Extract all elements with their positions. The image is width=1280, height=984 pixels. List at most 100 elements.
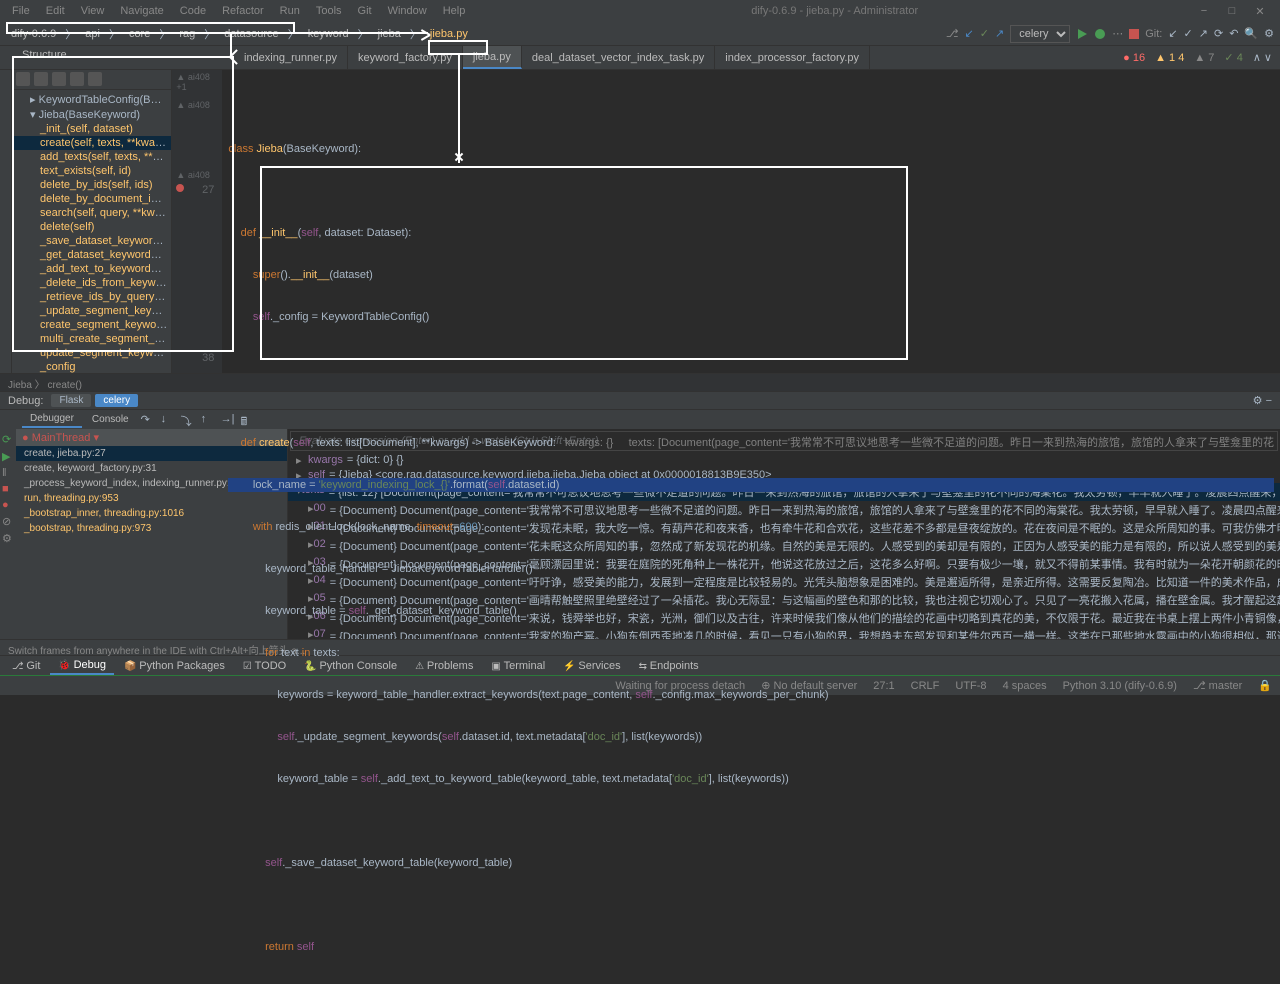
sort-icon[interactable] — [52, 72, 66, 86]
structure-method[interactable]: create_segment_keywords(self, node_id) — [12, 318, 171, 332]
view-breakpoints-icon[interactable]: ● — [2, 499, 14, 511]
tw-debug[interactable]: 🐞 Debug — [50, 657, 114, 675]
structure-method[interactable]: text_exists(self, id) — [12, 164, 171, 178]
tab-keyword-factory[interactable]: keyword_factory.py — [348, 46, 463, 69]
titlebar: File Edit View Navigate Code Refactor Ru… — [0, 0, 1280, 22]
tab-indexing-runner[interactable]: indexing_runner.py — [234, 46, 348, 69]
debug-actions: ⟳ ▶ ‖ ■ ● ⊘ ⚙ — [0, 429, 16, 639]
debug-config-celery[interactable]: celery — [95, 394, 138, 407]
menu-edit[interactable]: Edit — [38, 3, 73, 19]
undo-icon[interactable]: ↶ — [1229, 27, 1238, 40]
inspection-status[interactable]: ● 16 ▲ 1 4 ▲ 7 ✓ 4 ∧ ∨ — [1115, 46, 1280, 69]
expand-all-icon[interactable] — [16, 72, 30, 86]
structure-method[interactable]: _update_segment_keywords(self, dataset) — [12, 304, 171, 318]
crumb[interactable]: datasource — [219, 27, 283, 41]
structure-class[interactable]: ▸ KeywordTableConfig(BaseModel) — [12, 92, 171, 107]
navigation-bar: dify-0.6.9〉 api〉 core〉 rag〉 datasource〉 … — [0, 22, 1280, 46]
menu-git[interactable]: Git — [350, 3, 380, 19]
run-config-select[interactable]: celery — [1010, 25, 1070, 43]
crumb[interactable]: api — [80, 27, 105, 41]
structure-header: Structure — [16, 46, 234, 69]
more-run-icon[interactable]: ⋯ — [1112, 27, 1123, 40]
mute-breakpoints-icon[interactable]: ⊘ — [2, 515, 14, 528]
close-icon[interactable]: ✕ — [1252, 5, 1268, 18]
git-text: Git: — [1145, 28, 1162, 40]
crumb-file[interactable]: jieba.py — [425, 27, 473, 41]
stop-icon[interactable]: ■ — [2, 483, 14, 495]
tab-jieba[interactable]: jieba.py — [463, 46, 522, 69]
crumb[interactable]: jieba — [373, 27, 406, 41]
crumb[interactable]: keyword — [303, 27, 354, 41]
step-over-icon[interactable]: ↷ — [141, 413, 155, 427]
structure-method[interactable]: add_texts(self, texts, **kwargs) — [12, 150, 171, 164]
tab-deal-dataset[interactable]: deal_dataset_vector_index_task.py — [522, 46, 715, 69]
maximize-icon[interactable]: □ — [1224, 5, 1240, 18]
structure-method[interactable]: _get_dataset_keyword_table(self) — [12, 248, 171, 262]
structure-method[interactable]: _save_dataset_keyword_table(self, keywor… — [12, 234, 171, 248]
tab-console[interactable]: Console — [84, 412, 137, 427]
structure-method[interactable]: _init_(self, dataset) — [12, 122, 171, 136]
structure-field[interactable]: _config — [12, 360, 171, 373]
git-branch-icon[interactable]: ⎇ — [946, 27, 959, 40]
menu-window[interactable]: Window — [380, 3, 435, 19]
structure-method[interactable]: search(self, query, **kwargs) — [12, 206, 171, 220]
collapse-all-icon[interactable] — [34, 72, 48, 86]
debug-icon[interactable] — [1094, 28, 1106, 40]
step-into-my-icon[interactable]: ⤵ — [181, 413, 195, 427]
crumb[interactable]: rag — [174, 27, 200, 41]
git-commit-icon[interactable]: ✓ — [980, 27, 989, 40]
window-title: dify-0.6.9 - jieba.py - Administrator — [473, 5, 1196, 17]
crumb[interactable]: core — [124, 27, 155, 41]
stop-icon[interactable] — [1129, 29, 1139, 39]
structure-method[interactable]: delete(self) — [12, 220, 171, 234]
structure-method[interactable]: delete_by_ids(self, ids) — [12, 178, 171, 192]
menu-help[interactable]: Help — [435, 3, 474, 19]
menu-tools[interactable]: Tools — [308, 3, 350, 19]
structure-panel: ▸ KeywordTableConfig(BaseModel) ▾ Jieba(… — [12, 70, 172, 373]
gutter[interactable]: ▲ ai408 +1 ▲ ai408 ▲ ai408 27 38 — [172, 70, 222, 373]
debug-label: Debug: — [8, 395, 43, 407]
structure-method[interactable]: update_segment_keywords_index(self, node… — [12, 346, 171, 360]
settings-icon[interactable]: ⚙ — [2, 532, 14, 545]
filter-icon[interactable] — [70, 72, 84, 86]
resume-icon[interactable]: ▶ — [2, 450, 14, 463]
structure-method[interactable]: _delete_ids_from_keyword_table(self, key… — [12, 276, 171, 290]
step-into-icon[interactable]: ↓ — [161, 413, 175, 427]
structure-method[interactable]: create(self, texts, **kwargs) — [12, 136, 171, 150]
tool-window-stripe-left[interactable] — [0, 70, 12, 373]
menu-refactor[interactable]: Refactor — [214, 3, 272, 19]
git-pull-icon[interactable]: ↙ — [965, 27, 974, 40]
structure-method[interactable]: multi_create_segment_keywords(self, pre) — [12, 332, 171, 346]
menu-code[interactable]: Code — [172, 3, 214, 19]
structure-method[interactable]: _retrieve_ids_by_query(self, keyword_tab… — [12, 290, 171, 304]
run-icon[interactable] — [1076, 28, 1088, 40]
menu-navigate[interactable]: Navigate — [112, 3, 171, 19]
git-action-icon[interactable]: ↙ — [1168, 27, 1177, 40]
crumb-project[interactable]: dify-0.6.9 — [6, 27, 61, 41]
code-editor[interactable]: ▲ ai408 +1 ▲ ai408 ▲ ai408 27 38 c — [172, 70, 1280, 373]
menu-view[interactable]: View — [73, 3, 113, 19]
debug-config-flask[interactable]: Flask — [51, 394, 91, 407]
main-menu: File Edit View Navigate Code Refactor Ru… — [4, 3, 473, 19]
minimize-icon[interactable]: − — [1196, 5, 1212, 18]
menu-run[interactable]: Run — [272, 3, 308, 19]
git-push-icon[interactable]: ↗ — [995, 27, 1004, 40]
git-action-icon[interactable]: ✓ — [1184, 27, 1193, 40]
settings-icon[interactable] — [88, 72, 102, 86]
tab-debugger[interactable]: Debugger — [22, 411, 82, 428]
tw-packages[interactable]: 📦 Python Packages — [116, 658, 233, 674]
breadcrumbs: dify-0.6.9〉 api〉 core〉 rag〉 datasource〉 … — [6, 26, 473, 42]
menu-file[interactable]: File — [4, 3, 38, 19]
tw-git[interactable]: ⎇ Git — [4, 658, 48, 674]
structure-method[interactable]: delete_by_document_id(self, document_id) — [12, 192, 171, 206]
search-icon[interactable]: 🔍 — [1244, 27, 1258, 40]
rerun-icon[interactable]: ⟳ — [2, 433, 14, 446]
tab-index-processor[interactable]: index_processor_factory.py — [715, 46, 870, 69]
history-icon[interactable]: ⟳ — [1214, 27, 1223, 40]
git-action-icon[interactable]: ↗ — [1199, 27, 1208, 40]
structure-method[interactable]: _add_text_to_keyword_table(self, keyword… — [12, 262, 171, 276]
settings-icon[interactable]: ⚙ — [1264, 27, 1274, 40]
structure-class[interactable]: ▾ Jieba(BaseKeyword) — [12, 107, 171, 122]
pause-icon[interactable]: ‖ — [2, 467, 14, 479]
step-out-icon[interactable]: ↑ — [201, 413, 215, 427]
